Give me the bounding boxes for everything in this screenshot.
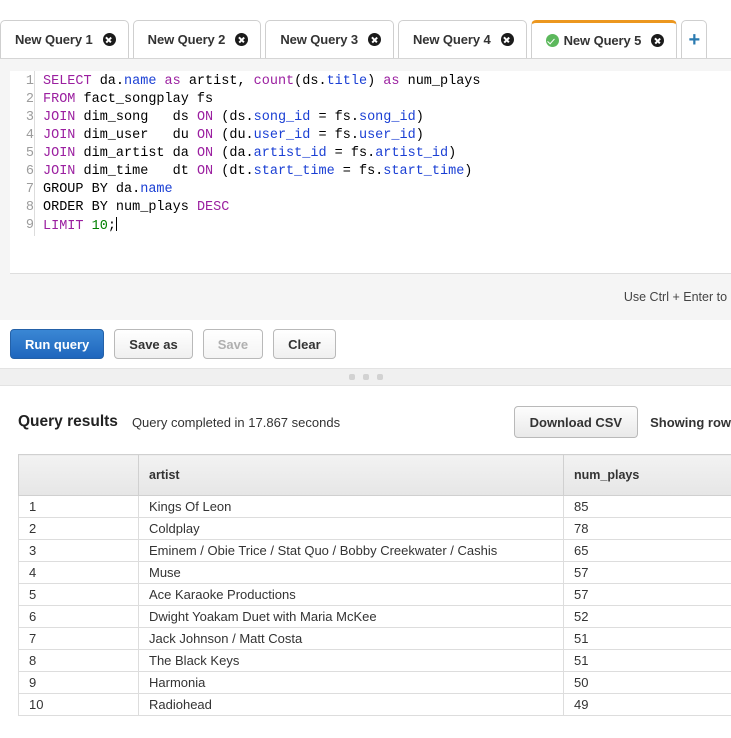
results-table-wrap: artist num_plays 1 Kings Of Leon 85 2 Coldpla…	[18, 454, 731, 716]
cell-num-plays: 51	[563, 627, 731, 650]
results-table-head: artist num_plays	[18, 454, 731, 496]
showing-rows-label: Showing row	[650, 414, 731, 430]
cell-num-plays: 65	[563, 539, 731, 562]
row-index: 1	[18, 495, 139, 518]
row-index: 3	[18, 539, 139, 562]
query-tab-4[interactable]: New Query 4	[397, 20, 527, 58]
cell-num-plays: 50	[563, 671, 731, 694]
grip-dot-icon	[362, 374, 369, 380]
cell-num-plays: 85	[563, 495, 731, 518]
row-index: 2	[18, 517, 139, 540]
tab-label: New Query 5	[563, 33, 642, 48]
code-area[interactable]: 123456789 SELECT da.name as artist, coun…	[10, 71, 731, 236]
close-icon[interactable]	[102, 33, 116, 46]
table-row: 10 Radiohead 49	[18, 693, 731, 716]
column-header-num_plays: num_plays	[563, 454, 731, 496]
query-tab-1[interactable]: New Query 1	[0, 20, 129, 58]
save-as-button[interactable]: Save as	[114, 329, 193, 359]
cell-num-plays: 51	[563, 649, 731, 672]
sql-editor-surface[interactable]: 123456789 SELECT da.name as artist, coun…	[10, 71, 731, 274]
tab-label: New Query 2	[147, 32, 226, 47]
cell-artist: Muse	[138, 561, 564, 584]
table-row: 5 Ace Karaoke Productions 57	[18, 583, 731, 606]
cell-num-plays: 57	[563, 561, 731, 584]
cell-artist: The Black Keys	[138, 649, 564, 672]
cell-artist: Ace Karaoke Productions	[138, 583, 564, 606]
grip-dot-icon	[348, 374, 355, 380]
table-row: 1 Kings Of Leon 85	[18, 495, 731, 518]
sql-code-text[interactable]: SELECT da.name as artist, count(ds.title…	[35, 71, 731, 236]
download-csv-button[interactable]: Download CSV	[513, 406, 639, 438]
table-row: 2 Coldplay 78	[18, 517, 731, 540]
query-results-panel: Query results Query completed in 17.867 …	[0, 386, 731, 716]
cell-num-plays: 49	[563, 693, 731, 716]
sql-editor-panel: 123456789 SELECT da.name as artist, coun…	[0, 58, 731, 320]
cell-artist: Coldplay	[138, 517, 564, 540]
row-index: 6	[18, 605, 139, 628]
row-index: 8	[18, 649, 139, 672]
save-button: Save	[202, 329, 264, 359]
table-row: 9 Harmonia 50	[18, 671, 731, 694]
results-title: Query results	[18, 413, 118, 430]
query-tab-bar: New Query 1 New Query 2 New Query 3 New Que…	[0, 0, 731, 58]
column-header-artist: artist	[138, 454, 564, 496]
row-index: 9	[18, 671, 139, 694]
cell-num-plays: 57	[563, 583, 731, 606]
cell-artist: Jack Johnson / Matt Costa	[138, 627, 564, 650]
query-tab-2[interactable]: New Query 2	[132, 20, 262, 58]
close-icon[interactable]	[500, 33, 514, 46]
table-header-row: artist num_plays	[18, 454, 731, 496]
tab-label: New Query 3	[280, 32, 358, 47]
editor-action-bar: Run query Save as Save Clear	[0, 320, 731, 368]
line-number-gutter: 123456789	[10, 71, 35, 236]
results-table: artist num_plays 1 Kings Of Leon 85 2 Coldpla…	[18, 454, 731, 716]
cell-artist: Harmonia	[138, 671, 564, 694]
tab-label: New Query 1	[15, 32, 93, 47]
close-icon[interactable]	[651, 34, 665, 47]
row-index: 4	[18, 561, 139, 584]
tab-label: New Query 4	[412, 32, 491, 47]
table-row: 7 Jack Johnson / Matt Costa 51	[18, 627, 731, 650]
table-row: 8 The Black Keys 51	[18, 649, 731, 672]
cell-artist: Kings Of Leon	[138, 495, 564, 518]
close-icon[interactable]	[235, 33, 249, 46]
row-index: 10	[18, 693, 139, 716]
table-row: 6 Dwight Yoakam Duet with Maria McKee 52	[18, 605, 731, 628]
query-tab-3[interactable]: New Query 3	[265, 20, 394, 58]
results-table-body: 1 Kings Of Leon 85 2 Coldplay 78 3 Eminem / Obi…	[18, 495, 731, 716]
tab-strip: New Query 1 New Query 2 New Query 3 New Que…	[0, 18, 708, 58]
cell-num-plays: 52	[563, 605, 731, 628]
table-row: 4 Muse 57	[18, 561, 731, 584]
run-query-button[interactable]: Run query	[10, 329, 105, 359]
results-status-text: Query completed in 17.867 seconds	[131, 414, 341, 430]
close-icon[interactable]	[367, 33, 381, 46]
panel-splitter[interactable]	[0, 368, 731, 386]
row-index: 5	[18, 583, 139, 606]
column-header-index	[18, 454, 139, 496]
splitter-grip-handle-icon[interactable]	[348, 374, 383, 380]
table-row: 3 Eminem / Obie Trice / Stat Quo / Bobby …	[18, 539, 731, 562]
query-tab-5[interactable]: New Query 5	[530, 20, 678, 58]
editor-hint-bar: Use Ctrl + Enter to run q	[10, 273, 731, 320]
check-circle-icon	[545, 34, 559, 47]
cell-num-plays: 78	[563, 517, 731, 540]
cell-artist: Eminem / Obie Trice / Stat Quo / Bobby C…	[138, 539, 564, 562]
row-index: 7	[18, 627, 139, 650]
results-header: Query results Query completed in 17.867 …	[0, 402, 731, 442]
cell-artist: Dwight Yoakam Duet with Maria McKee	[138, 605, 564, 628]
run-shortcut-hint: Use Ctrl + Enter to run q	[623, 290, 731, 304]
cell-artist: Radiohead	[138, 693, 564, 716]
grip-dot-icon	[376, 374, 383, 380]
clear-button[interactable]: Clear	[273, 329, 336, 359]
add-tab-button[interactable]: +	[681, 20, 708, 58]
